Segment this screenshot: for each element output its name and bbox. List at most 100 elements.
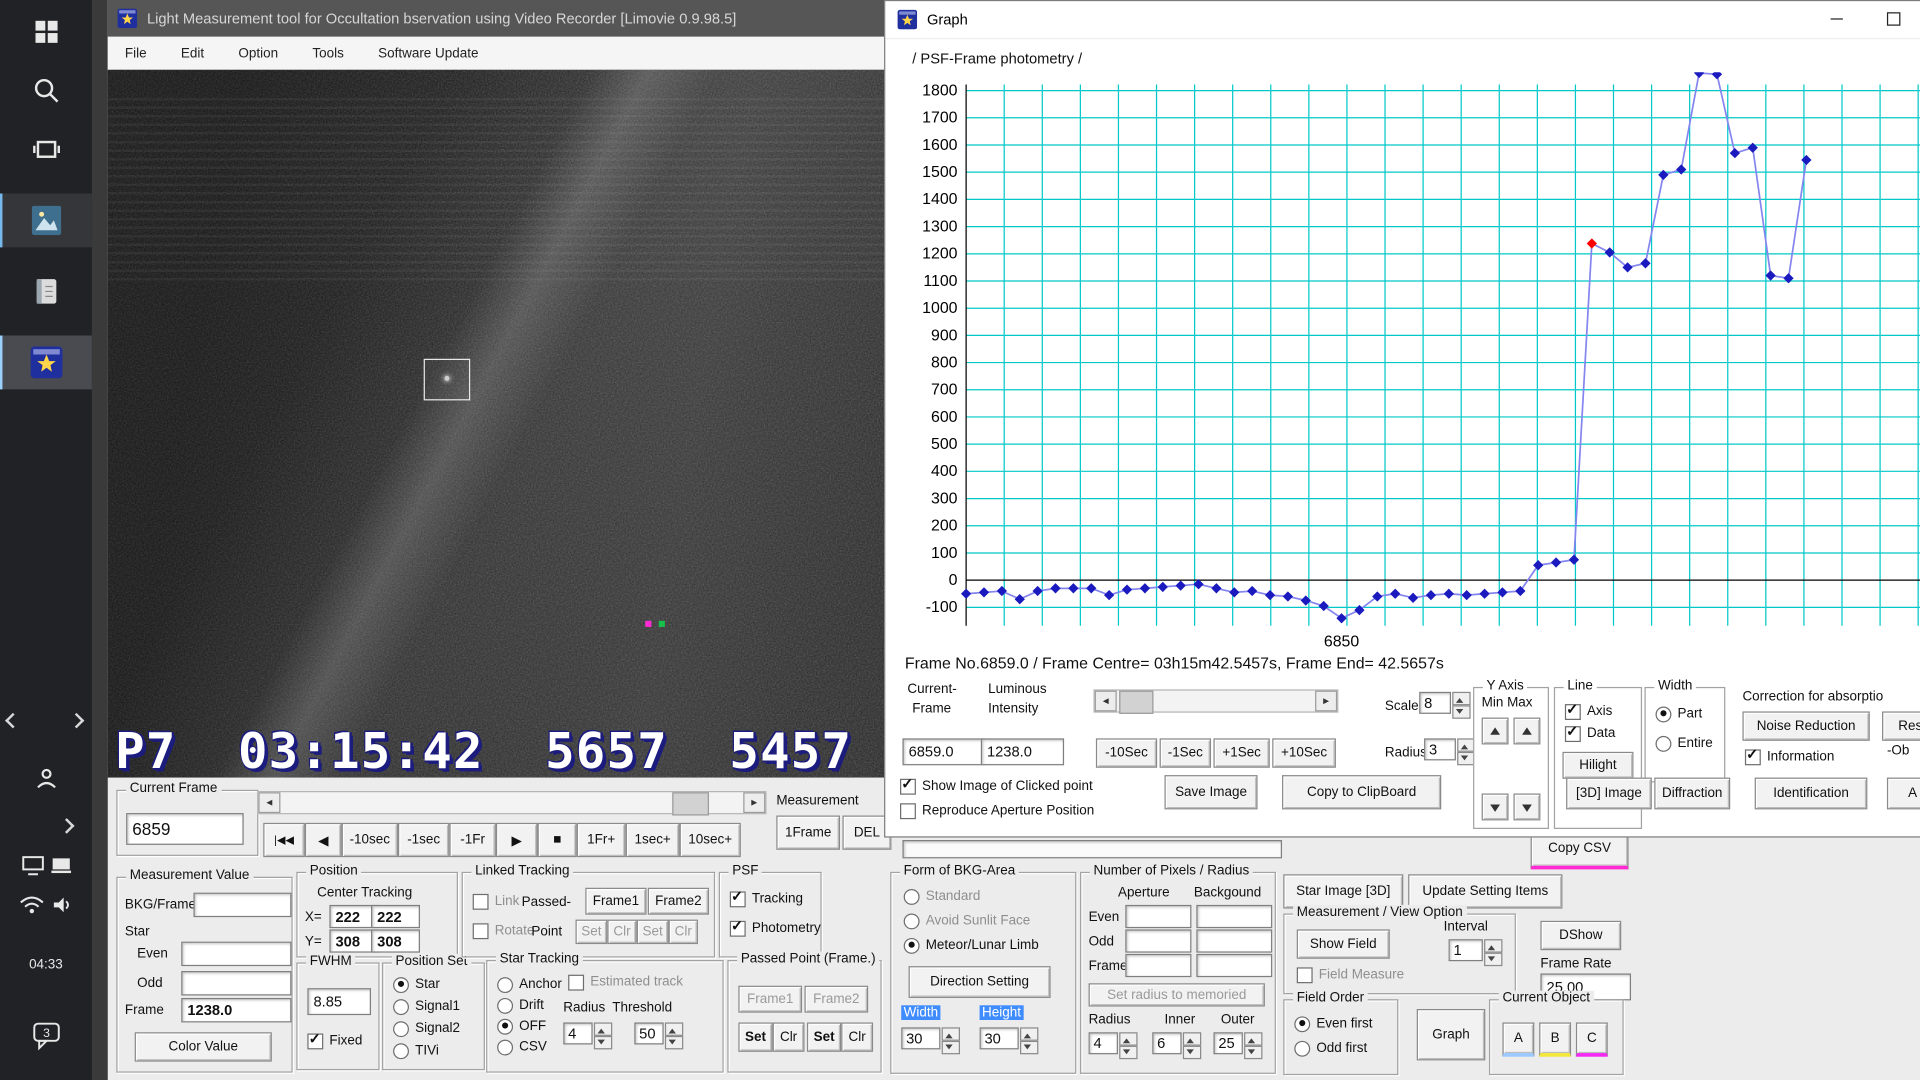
measure-1frame-button[interactable]: 1Frame bbox=[776, 816, 840, 850]
minus-1sec-graph-button[interactable]: -1Sec bbox=[1160, 738, 1211, 767]
show-field-button[interactable]: Show Field bbox=[1297, 929, 1390, 958]
color-value-button[interactable]: Color Value bbox=[135, 1032, 272, 1061]
radio-signal1[interactable]: Signal1 bbox=[393, 998, 460, 1015]
pp-set1-button[interactable]: Set bbox=[738, 1022, 772, 1051]
limovie-taskbar-button[interactable] bbox=[0, 336, 92, 390]
graph-scrollbar[interactable]: ◄ ► bbox=[1093, 689, 1338, 712]
menu-edit[interactable]: Edit bbox=[164, 37, 222, 70]
aperture-odd-input[interactable] bbox=[1125, 929, 1191, 952]
plus-10sec-button[interactable]: 10sec+ bbox=[680, 823, 741, 857]
goto-start-button[interactable]: |◀◀ bbox=[263, 823, 305, 857]
search-button[interactable] bbox=[0, 64, 92, 118]
spin-up-icon[interactable] bbox=[1119, 1032, 1137, 1045]
bkg-height-spinner[interactable]: 30 bbox=[980, 1027, 1039, 1054]
spin-up-icon[interactable] bbox=[1452, 692, 1470, 705]
lt-clr2-button[interactable]: Clr bbox=[669, 920, 698, 944]
notifications-button[interactable]: 3 bbox=[0, 1014, 92, 1058]
object-c-button[interactable]: C bbox=[1576, 1022, 1608, 1056]
star-odd-input[interactable] bbox=[181, 971, 291, 995]
data-checkbox[interactable]: Data bbox=[1565, 725, 1616, 742]
radio-drift[interactable]: Drift bbox=[497, 997, 544, 1014]
threshold-spinner[interactable]: 50 bbox=[634, 1022, 683, 1049]
minus-10sec-button[interactable]: -10sec bbox=[342, 823, 398, 857]
radius-spinner[interactable]: 4 bbox=[563, 1022, 612, 1049]
spin-up-icon[interactable] bbox=[1484, 939, 1502, 952]
noise-reduction-button[interactable]: Noise Reduction bbox=[1742, 711, 1869, 740]
px-inner-spinner[interactable]: 6 bbox=[1152, 1032, 1201, 1059]
pp-set2-button[interactable]: Set bbox=[807, 1022, 841, 1051]
pp-frame2-button[interactable]: Frame2 bbox=[804, 986, 868, 1013]
psf-tracking-checkbox[interactable]: Tracking bbox=[730, 890, 803, 907]
background-frame-input[interactable] bbox=[1196, 954, 1272, 977]
px-outer-spinner[interactable]: 25 bbox=[1213, 1032, 1262, 1059]
show-image-clicked-checkbox[interactable]: Show Image of Clicked point bbox=[900, 778, 1093, 795]
ymin-down-icon[interactable] bbox=[1482, 793, 1509, 820]
spin-down-icon[interactable] bbox=[1119, 1046, 1137, 1059]
dshow-button[interactable]: DShow bbox=[1540, 921, 1621, 950]
radio-entire[interactable]: Entire bbox=[1656, 735, 1713, 752]
chevron-right-icon[interactable] bbox=[71, 715, 82, 730]
diffraction-button[interactable]: Diffraction bbox=[1654, 778, 1730, 810]
lt-set2-button[interactable]: Set bbox=[637, 920, 669, 944]
scroll-left-icon[interactable]: ◄ bbox=[1095, 691, 1117, 712]
people-button[interactable] bbox=[0, 757, 92, 801]
spin-up-icon[interactable] bbox=[594, 1022, 612, 1035]
aperture-tracking-box[interactable] bbox=[424, 359, 471, 401]
px-radius-spinner[interactable]: 4 bbox=[1089, 1032, 1138, 1059]
star-even-input[interactable] bbox=[181, 942, 291, 966]
play-button[interactable]: ▶ bbox=[496, 823, 538, 857]
star-image-3d-button[interactable]: Star Image [3D] bbox=[1283, 874, 1403, 908]
spin-down-icon[interactable] bbox=[1020, 1041, 1038, 1054]
spin-up-icon[interactable] bbox=[1244, 1032, 1262, 1045]
scrollbar-thumb[interactable] bbox=[1119, 691, 1153, 714]
network-volume-tray[interactable] bbox=[0, 887, 92, 924]
pp-clr2-button[interactable]: Clr bbox=[841, 1022, 873, 1051]
update-setting-items-button[interactable]: Update Setting Items bbox=[1408, 874, 1562, 908]
track-bar[interactable] bbox=[902, 840, 1282, 858]
scroll-right-icon[interactable]: ► bbox=[1315, 691, 1337, 712]
spin-down-icon[interactable] bbox=[665, 1036, 683, 1049]
frame-scrollbar[interactable]: ◄ ► bbox=[257, 791, 766, 814]
field-measure-checkbox[interactable]: Field Measure bbox=[1297, 966, 1404, 983]
radio-avoid-sunlit[interactable]: Avoid Sunlit Face bbox=[904, 912, 1031, 929]
graph-current-frame-input[interactable]: 6859.0 bbox=[902, 738, 985, 765]
display-devices-button[interactable] bbox=[0, 847, 92, 884]
stop-button[interactable]: ■ bbox=[538, 823, 577, 857]
radio-star[interactable]: Star bbox=[393, 976, 440, 993]
minimize-icon[interactable] bbox=[1816, 1, 1858, 37]
graph-radius-spinner[interactable]: 3 bbox=[1424, 738, 1475, 765]
copy-to-clipboard-button[interactable]: Copy to ClipBoard bbox=[1282, 775, 1441, 809]
photos-app-button[interactable] bbox=[0, 193, 92, 247]
fixed-checkbox[interactable]: Fixed bbox=[307, 1032, 362, 1049]
scroll-left-icon[interactable]: ◄ bbox=[258, 792, 280, 813]
plus-1sec-button[interactable]: 1sec+ bbox=[626, 823, 680, 857]
graph-luminous-input[interactable]: 1238.0 bbox=[981, 738, 1064, 765]
radio-signal2[interactable]: Signal2 bbox=[393, 1020, 460, 1037]
save-image-button[interactable]: Save Image bbox=[1164, 775, 1257, 809]
bkg-frame-input[interactable] bbox=[193, 893, 291, 917]
direction-setting-button[interactable]: Direction Setting bbox=[909, 966, 1051, 998]
axis-checkbox[interactable]: Axis bbox=[1565, 703, 1612, 720]
minus-1frame-button[interactable]: -1Fr bbox=[449, 823, 496, 857]
fwhm-value[interactable]: 8.85 bbox=[307, 988, 371, 1015]
background-even-input[interactable] bbox=[1196, 905, 1272, 928]
radio-even-first[interactable]: Even first bbox=[1294, 1015, 1372, 1032]
spin-up-icon[interactable] bbox=[942, 1027, 960, 1040]
hilight-button[interactable]: Hilight bbox=[1562, 752, 1633, 779]
menu-tools[interactable]: Tools bbox=[295, 37, 361, 70]
spin-down-icon[interactable] bbox=[594, 1036, 612, 1049]
scrollbar-thumb[interactable] bbox=[672, 792, 709, 815]
psf-photometry-checkbox[interactable]: Photometry bbox=[730, 920, 821, 937]
start-button[interactable] bbox=[0, 5, 92, 59]
graph-titlebar[interactable]: Graph bbox=[885, 1, 1920, 39]
pp-clr1-button[interactable]: Clr bbox=[773, 1022, 805, 1051]
object-b-button[interactable]: B bbox=[1539, 1022, 1571, 1056]
background-odd-input[interactable] bbox=[1196, 929, 1272, 952]
lt-frame2-button[interactable]: Frame2 bbox=[648, 888, 709, 915]
task-view-button[interactable] bbox=[0, 122, 92, 176]
radio-tivi[interactable]: TIVi bbox=[393, 1042, 439, 1059]
spin-up-icon[interactable] bbox=[1020, 1027, 1038, 1040]
lt-clr1-button[interactable]: Clr bbox=[607, 920, 636, 944]
pp-frame1-button[interactable]: Frame1 bbox=[738, 986, 802, 1013]
spin-down-icon[interactable] bbox=[942, 1041, 960, 1054]
